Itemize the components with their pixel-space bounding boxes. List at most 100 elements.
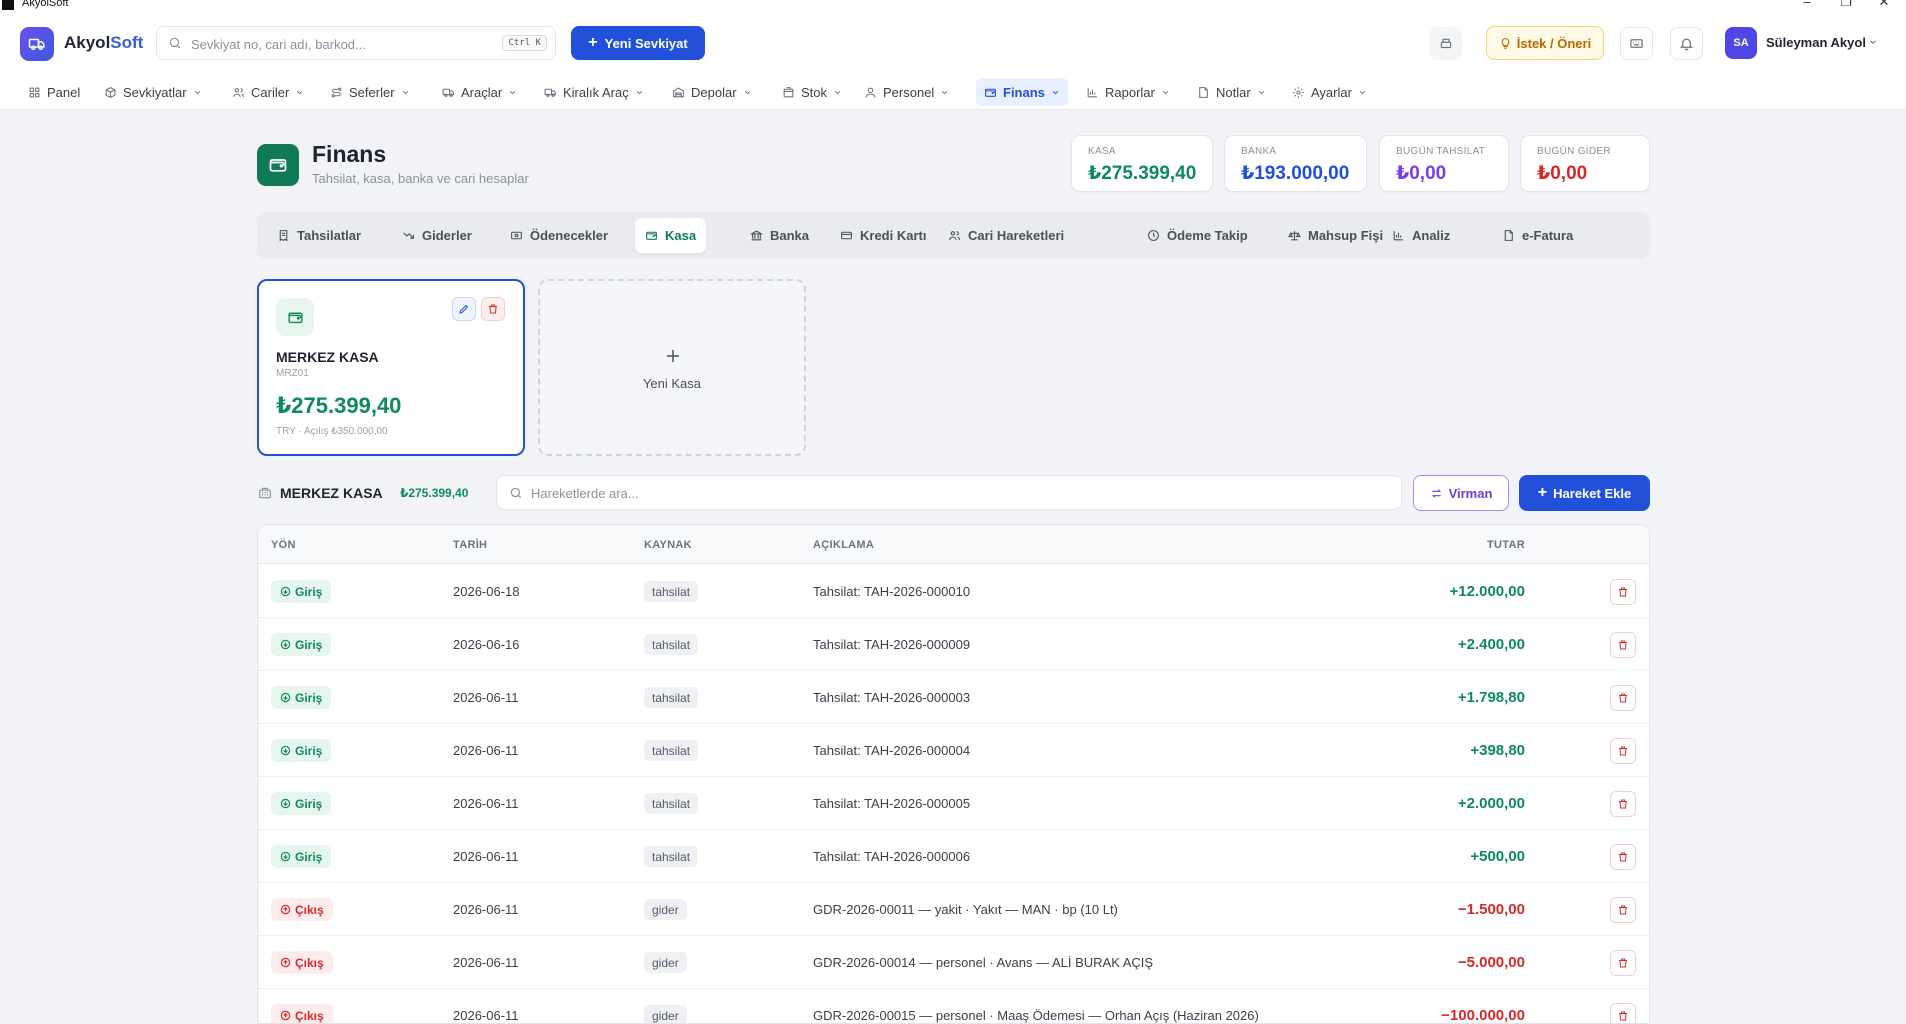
minimize-icon[interactable]: – <box>1797 0 1817 9</box>
nav-item-2[interactable]: Sevkiyatlar <box>96 78 210 106</box>
delete-row-button[interactable] <box>1610 897 1636 923</box>
avatar[interactable]: SA <box>1725 27 1757 59</box>
truck-icon <box>544 88 556 97</box>
plus-icon: + <box>588 34 598 51</box>
nav-item-9[interactable]: Personel <box>856 78 957 106</box>
nav-item-10[interactable]: Finans <box>976 78 1068 106</box>
stat-value: ₺0,00 <box>1396 163 1447 184</box>
table-row[interactable]: Giriş 2026-06-11 tahsilat Tahsilat: TAH-202… <box>258 671 1649 724</box>
nav-item-13[interactable]: Ayarlar <box>1284 78 1375 106</box>
truck-logo-icon[interactable] <box>20 27 54 61</box>
notifications-button[interactable] <box>1670 27 1703 60</box>
trash-icon <box>1619 693 1627 703</box>
delete-row-button[interactable] <box>1610 579 1636 605</box>
nav-item-11[interactable]: Raporlar <box>1078 78 1178 106</box>
stat-label: BANKA <box>1241 146 1277 157</box>
truck-icon <box>442 88 454 97</box>
tab-label: Giderler <box>422 228 472 243</box>
new-kasa-card[interactable]: Yeni Kasa <box>538 279 806 456</box>
nav-item-1[interactable]: Panel <box>20 78 88 106</box>
table-row[interactable]: Çıkış 2026-06-11 gider GDR-2026-00015 — per… <box>258 989 1649 1023</box>
delete-row-button[interactable] <box>1610 632 1636 658</box>
tab-3[interactable]: Ödenecekler <box>500 218 618 253</box>
tab-label: Banka <box>770 228 810 243</box>
trash-icon <box>489 304 497 314</box>
selected-kasa-name: MERKEZ KASA <box>280 485 383 501</box>
tab-6[interactable]: Kredi Kartı <box>830 218 936 253</box>
suggestion-label: İstek / Öneri <box>1516 35 1592 51</box>
nav-item-12[interactable]: Notlar <box>1189 78 1274 106</box>
transaction-search-input[interactable]: Hareketlerde ara... <box>496 475 1402 510</box>
add-transaction-label: Hareket Ekle <box>1553 485 1632 501</box>
delete-row-button[interactable] <box>1610 950 1636 976</box>
table-row[interactable]: Giriş 2026-06-16 tahsilat Tahsilat: TAH-202… <box>258 618 1649 671</box>
delete-kasa-button[interactable] <box>481 297 505 321</box>
global-search-input[interactable]: Sevkiyat no, cari adı, barkod... Ctrl K <box>156 26 556 60</box>
new-kasa-label: Yeni Kasa <box>642 376 702 391</box>
source-badge: gider <box>644 952 687 973</box>
delete-row-button[interactable] <box>1610 685 1636 711</box>
tab-11[interactable]: e-Fatura <box>1492 218 1583 253</box>
delete-row-button[interactable] <box>1610 844 1636 870</box>
nav-item-7[interactable]: Depolar <box>664 78 760 106</box>
tab-8[interactable]: Ödeme Takip <box>1137 218 1258 253</box>
search-shortcut: Ctrl K <box>502 35 547 51</box>
nav-item-label: Personel <box>883 84 935 100</box>
tab-4[interactable]: Kasa <box>635 218 707 253</box>
tab-9[interactable]: Mahsup Fişi <box>1278 218 1393 253</box>
delete-row-button[interactable] <box>1610 738 1636 764</box>
printer-button[interactable] <box>1429 27 1462 60</box>
virman-button[interactable]: Virman <box>1413 475 1509 511</box>
table-row[interactable]: Giriş 2026-06-11 tahsilat Tahsilat: TAH-202… <box>258 830 1649 883</box>
edit-kasa-button[interactable] <box>452 297 476 321</box>
stat-value: ₺193.000,00 <box>1241 163 1350 184</box>
row-amount: +398,80 <box>1470 742 1525 759</box>
suggestion-button[interactable]: İstek / Öneri <box>1486 26 1604 60</box>
tab-7[interactable]: Cari Hareketleri <box>938 218 1074 253</box>
nav-item-8[interactable]: Stok <box>774 78 850 106</box>
direction-label: Çıkış <box>295 902 324 917</box>
new-shipment-button[interactable]: + Yeni Sevkiyat <box>571 26 705 60</box>
trash-icon <box>1619 746 1627 756</box>
user-name[interactable]: Süleyman Akyol <box>1766 35 1866 50</box>
row-date: 2026-06-11 <box>453 849 519 864</box>
tab-1[interactable]: Tahsilatlar <box>267 218 371 253</box>
table-row[interactable]: Çıkış 2026-06-11 gider GDR-2026-00011 — yak… <box>258 883 1649 936</box>
warehouse-icon <box>673 87 684 97</box>
nav-item-4[interactable]: Seferler <box>322 78 418 106</box>
source-badge: tahsilat <box>644 793 699 814</box>
add-transaction-button[interactable]: + Hareket Ekle <box>1519 475 1650 511</box>
nav-item-5[interactable]: Araçlar <box>434 78 525 106</box>
trash-icon <box>1619 640 1627 650</box>
kasa-card[interactable]: MERKEZ KASA MRZ01 ₺275.399,40 TRY · Açıl… <box>257 279 525 456</box>
finance-tabs: Tahsilatlar Giderler Ödenecekler Kasa Banka K… <box>257 212 1650 259</box>
chevron-down-icon[interactable] <box>1868 37 1878 47</box>
close-icon[interactable]: ✕ <box>1874 0 1894 9</box>
virman-label: Virman <box>1448 485 1493 501</box>
table-row[interactable]: Giriş 2026-06-11 tahsilat Tahsilat: TAH-202… <box>258 724 1649 777</box>
delete-row-button[interactable] <box>1610 791 1636 817</box>
tab-2[interactable]: Giderler <box>392 218 482 253</box>
nav-item-6[interactable]: Kiralık Araç <box>536 78 652 106</box>
table-row[interactable]: Giriş 2026-06-11 tahsilat Tahsilat: TAH-202… <box>258 777 1649 830</box>
row-description: Tahsilat: TAH-2026-000010 <box>813 584 971 599</box>
table-row[interactable]: Giriş 2026-06-18 tahsilat Tahsilat: TAH-202… <box>258 565 1649 618</box>
keyboard-button[interactable] <box>1620 27 1653 60</box>
table-row[interactable]: Çıkış 2026-06-11 gider GDR-2026-00014 — per… <box>258 936 1649 989</box>
restore-icon[interactable]: ❐ <box>1836 0 1856 9</box>
table-header: YÖN TARİH KAYNAK AÇIKLAMA TUTAR <box>258 525 1649 564</box>
stat-card-banka: BANKA ₺193.000,00 <box>1224 135 1367 192</box>
kasa-code: MRZ01 <box>276 368 309 379</box>
brand-name[interactable]: AkyolSoft <box>64 33 143 53</box>
clock-icon <box>1148 230 1159 241</box>
tab-5[interactable]: Banka <box>740 218 819 253</box>
chevron-down-icon <box>194 90 200 94</box>
nav-item-3[interactable]: Cariler <box>224 78 312 106</box>
tab-label: Kredi Kartı <box>860 228 927 243</box>
direction-badge: Giriş <box>271 739 332 762</box>
delete-row-button[interactable] <box>1610 1003 1636 1023</box>
tab-10[interactable]: Analiz <box>1382 218 1460 253</box>
stat-label: KASA <box>1088 146 1116 157</box>
header-source: KAYNAK <box>644 539 692 551</box>
chevron-down-icon <box>1258 90 1264 94</box>
